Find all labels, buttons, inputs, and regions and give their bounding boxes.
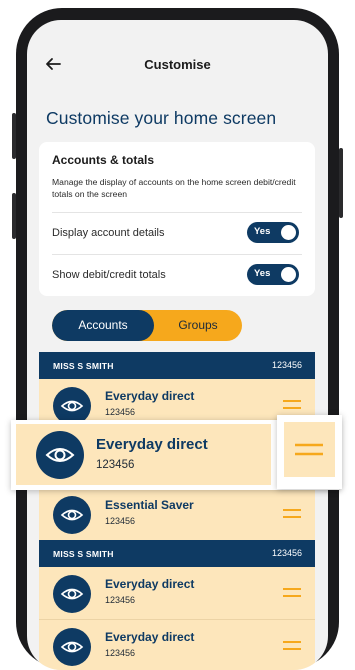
drag-handle-area[interactable] <box>284 422 335 477</box>
toggle-knob <box>281 225 296 240</box>
volume-up-button <box>12 113 16 159</box>
drag-handle-icon[interactable] <box>282 585 302 601</box>
card-title: Accounts & totals <box>52 153 155 167</box>
account-row[interactable]: Essential Saver 123456 <box>39 488 315 540</box>
account-number: 123456 <box>105 648 136 658</box>
dragging-row-body: Everyday direct 123456 <box>16 424 271 485</box>
group-header: MISS S SMITH 123456 <box>39 352 315 379</box>
visibility-toggle[interactable] <box>53 496 91 534</box>
drag-handle-icon[interactable] <box>282 397 302 413</box>
account-number: 123456 <box>105 595 136 605</box>
account-name: Everyday direct <box>105 630 195 644</box>
group-name: MISS S SMITH <box>53 549 114 559</box>
display-account-details-toggle[interactable]: Yes <box>247 222 299 243</box>
drag-handle-highlight <box>277 415 342 489</box>
account-number: 123456 <box>96 459 135 471</box>
eye-icon <box>60 588 84 600</box>
tab-groups[interactable]: Groups <box>154 310 242 341</box>
group-header: MISS S SMITH 123456 <box>39 540 315 567</box>
card-description: Manage the display of accounts on the ho… <box>52 177 296 199</box>
account-row[interactable]: Everyday direct 123456 <box>39 620 315 670</box>
show-debit-credit-totals-label: Show debit/credit totals <box>52 269 166 281</box>
power-button <box>339 148 343 218</box>
visibility-toggle[interactable] <box>36 431 84 479</box>
drag-handle-icon[interactable] <box>282 506 302 522</box>
show-debit-credit-totals-toggle[interactable]: Yes <box>247 264 299 285</box>
view-switcher: Accounts Groups <box>52 310 242 341</box>
account-name: Everyday direct <box>105 577 195 591</box>
dragging-account-row[interactable]: Everyday direct 123456 <box>11 415 342 490</box>
visibility-toggle[interactable] <box>53 628 91 666</box>
account-row[interactable]: Everyday direct 123456 <box>39 567 315 619</box>
account-number: 123456 <box>105 516 136 526</box>
divider <box>52 212 302 213</box>
app-screen: Customise Customise your home screen Acc… <box>27 20 328 670</box>
tab-accounts[interactable]: Accounts <box>52 310 154 341</box>
visibility-toggle[interactable] <box>53 575 91 613</box>
top-bar: Customise <box>27 20 328 105</box>
account-name: Everyday direct <box>105 389 195 403</box>
toggle-knob <box>281 267 296 282</box>
eye-icon <box>45 448 75 462</box>
screen-title: Customise <box>144 57 211 72</box>
group-name: MISS S SMITH <box>53 361 114 371</box>
eye-icon <box>60 641 84 653</box>
accounts-totals-card: Accounts & totals Manage the display of … <box>39 142 315 296</box>
toggle-state: Yes <box>254 226 271 237</box>
group-number: 123456 <box>271 548 302 558</box>
toggle-state: Yes <box>254 268 271 279</box>
eye-icon <box>60 509 84 521</box>
display-account-details-label: Display account details <box>52 227 165 239</box>
group-number: 123456 <box>271 360 302 370</box>
account-name: Essential Saver <box>105 498 194 512</box>
drag-handle-icon[interactable] <box>282 638 302 654</box>
page-title: Customise your home screen <box>46 108 277 128</box>
account-name: Everyday direct <box>96 436 208 453</box>
account-number: 123456 <box>105 407 136 417</box>
divider <box>52 254 302 255</box>
drag-handle-icon[interactable] <box>293 440 325 460</box>
volume-down-button <box>12 193 16 239</box>
